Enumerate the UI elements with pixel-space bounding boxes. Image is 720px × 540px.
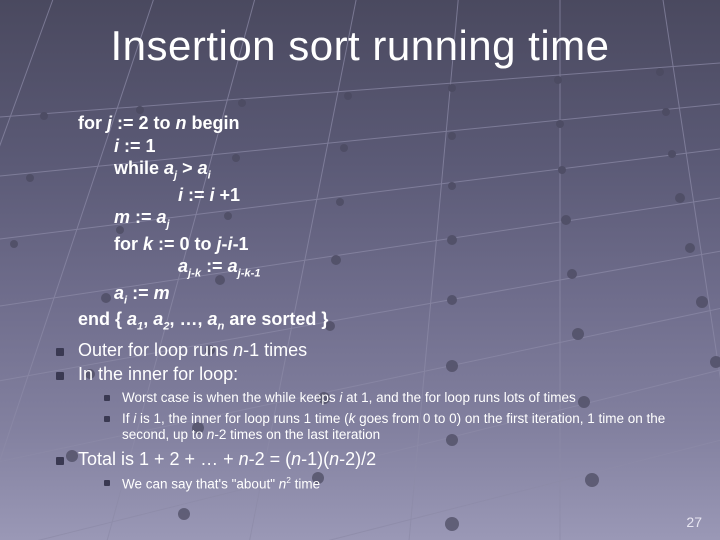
bullet-inner-loop: In the inner for loop: xyxy=(78,363,678,386)
page-number: 27 xyxy=(686,514,702,530)
sub-bullet-worst-case: Worst case is when the while keeps i at … xyxy=(122,390,678,407)
pseudocode-block: for j := 2 to n begin i := 1 while aj > … xyxy=(78,112,678,335)
code-line-7: aj-k := aj-k-1 xyxy=(178,255,678,282)
code-line-6: for k := 0 to j-i-1 xyxy=(114,233,678,256)
code-line-9: end { a1, a2, …, an are sorted } xyxy=(78,308,678,335)
slide-title: Insertion sort running time xyxy=(0,0,720,70)
bullet-outer-loop: Outer for loop runs n-1 times xyxy=(78,339,678,362)
bullet-total: Total is 1 + 2 + … + n-2 = (n-1)(n-2)/2 xyxy=(78,448,678,471)
code-line-2: i := 1 xyxy=(114,135,678,158)
slide-content: for j := 2 to n begin i := 1 while aj > … xyxy=(78,112,678,497)
code-line-5: m := aj xyxy=(114,206,678,233)
sub-bullet-about-n2: We can say that's "about" n2 time xyxy=(122,475,678,493)
code-line-4: i := i +1 xyxy=(178,184,678,207)
sub-bullet-if-i-1: If i is 1, the inner for loop runs 1 tim… xyxy=(122,411,678,445)
code-line-1: for j := 2 to n begin xyxy=(78,112,678,135)
code-line-3: while aj > ai xyxy=(114,157,678,184)
code-line-8: ai := m xyxy=(114,282,678,309)
